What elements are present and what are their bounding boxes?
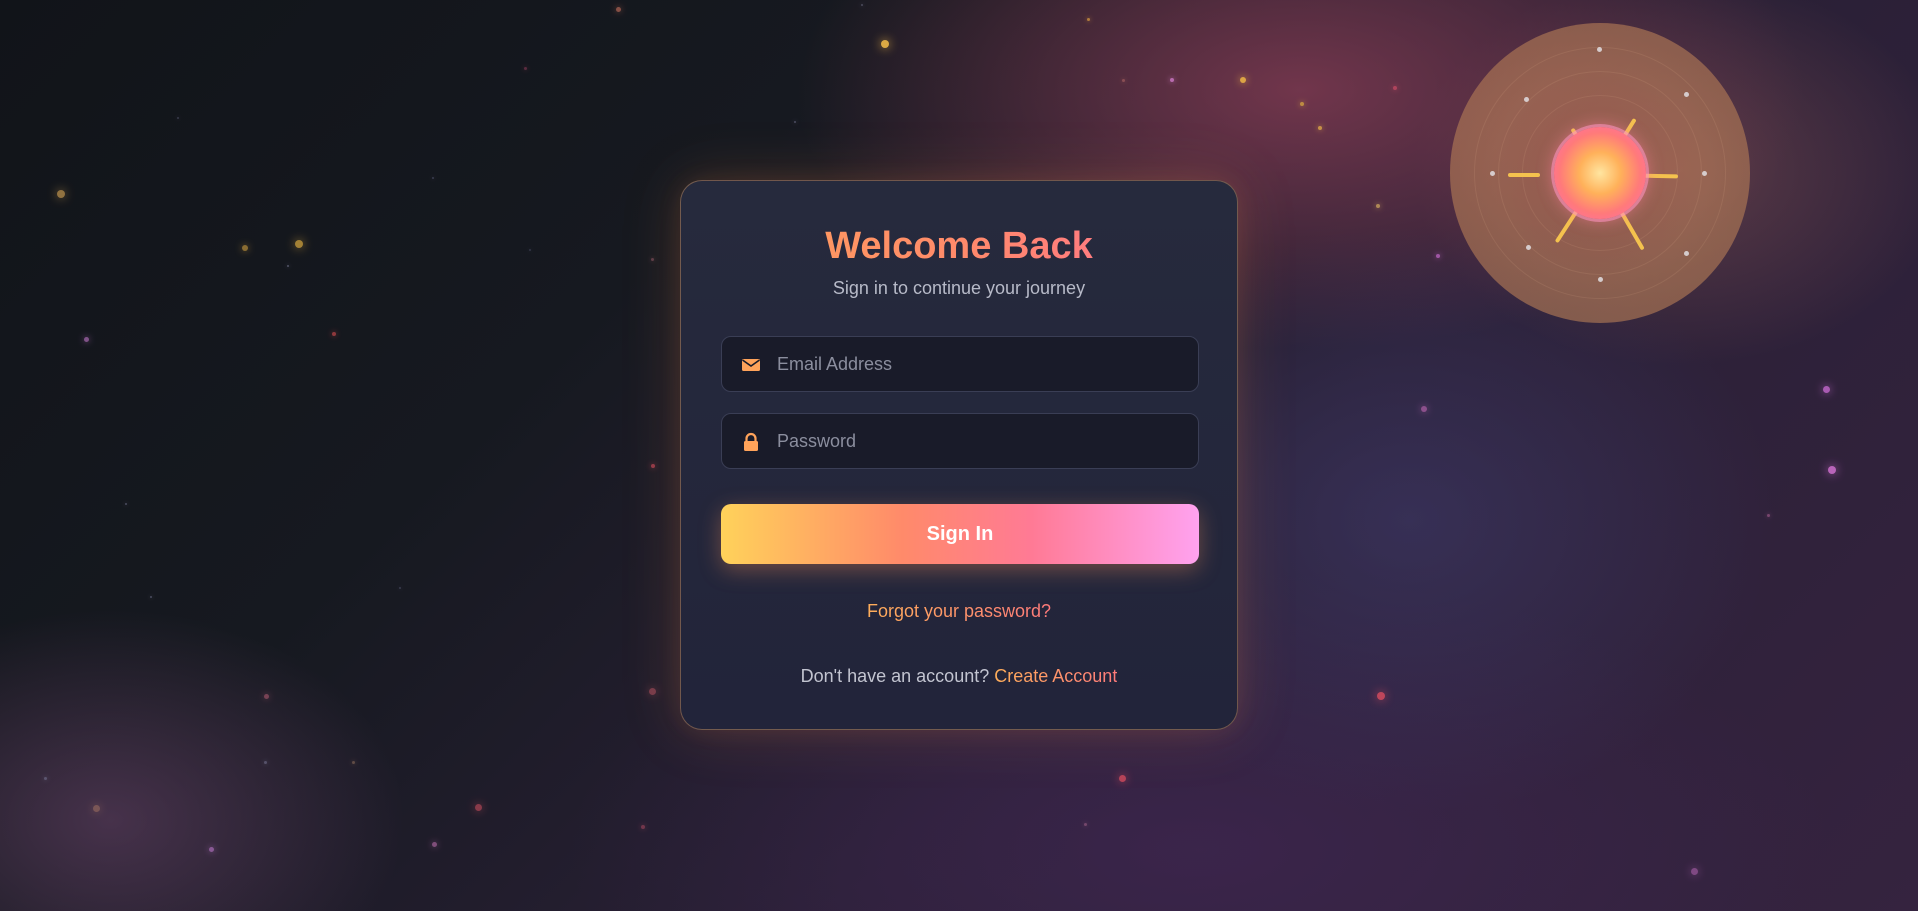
star-dot xyxy=(125,503,127,505)
sun-dot xyxy=(1684,92,1689,97)
star-dot xyxy=(295,240,303,248)
sun-core xyxy=(1554,127,1646,219)
star-dot xyxy=(1376,204,1380,208)
star-dot xyxy=(1118,774,1126,782)
sun-dot xyxy=(1598,277,1603,282)
star-dot xyxy=(1822,385,1830,393)
star-dot xyxy=(432,177,434,179)
page-subtitle: Sign in to continue your journey xyxy=(832,278,1086,298)
email-input[interactable] xyxy=(777,337,1177,391)
star-dot xyxy=(1766,513,1770,517)
forgot-password-link[interactable]: Forgot your password? xyxy=(867,601,1051,621)
create-account-link[interactable]: Create Account xyxy=(994,666,1117,686)
sun-dot xyxy=(1684,251,1689,256)
signup-row: Don't have an account? Create Account xyxy=(681,666,1237,687)
star-dot xyxy=(92,804,100,812)
star-dot xyxy=(208,846,214,852)
star-dot xyxy=(1377,692,1385,700)
star-dot xyxy=(474,803,482,811)
sun-dot xyxy=(1702,171,1707,176)
star-dot xyxy=(242,245,248,251)
password-field[interactable] xyxy=(721,413,1199,469)
star-dot xyxy=(1240,77,1246,83)
star-dot xyxy=(651,464,655,468)
star-dot xyxy=(177,117,179,119)
star-dot xyxy=(1083,822,1087,826)
star-dot xyxy=(263,693,269,699)
star-dot xyxy=(287,265,289,267)
star-dot xyxy=(351,760,355,764)
star-dot xyxy=(43,776,47,780)
star-dot xyxy=(641,825,645,829)
sun-ray xyxy=(1643,173,1679,179)
star-dot xyxy=(1170,78,1174,82)
sun-dot xyxy=(1524,97,1529,102)
sun-dot xyxy=(1526,245,1531,250)
star-dot xyxy=(615,6,621,12)
star-dot xyxy=(399,587,401,589)
sun-dot xyxy=(1490,171,1495,176)
star-dot xyxy=(881,40,889,48)
envelope-icon xyxy=(741,355,761,375)
sun-illustration xyxy=(1450,23,1750,323)
signup-prompt: Don't have an account? xyxy=(800,666,990,686)
star-dot xyxy=(1393,86,1397,90)
star-dot xyxy=(529,249,531,251)
email-field[interactable] xyxy=(721,336,1199,392)
sun-dot xyxy=(1597,47,1602,52)
star-dot xyxy=(332,332,336,336)
star-dot xyxy=(1121,78,1125,82)
star-dot xyxy=(1436,254,1440,258)
star-dot xyxy=(263,760,267,764)
forgot-password-row: Forgot your password? xyxy=(681,601,1237,622)
star-dot xyxy=(1086,17,1090,21)
star-dot xyxy=(523,66,527,70)
star-dot xyxy=(1421,406,1427,412)
star-dot xyxy=(83,336,89,342)
star-dot xyxy=(1828,466,1836,474)
star-dot xyxy=(150,596,152,598)
star-dot xyxy=(57,190,65,198)
star-dot xyxy=(1300,102,1304,106)
star-dot xyxy=(431,841,437,847)
star-dot xyxy=(861,4,863,6)
sun-ray xyxy=(1508,173,1540,177)
page-title: Welcome Back xyxy=(681,223,1237,269)
lock-icon xyxy=(741,432,761,452)
star-dot xyxy=(794,121,796,123)
password-input[interactable] xyxy=(777,414,1177,468)
star-dot xyxy=(648,687,656,695)
star-dot xyxy=(650,257,654,261)
star-dot xyxy=(1690,867,1698,875)
star-dot xyxy=(1318,126,1322,130)
login-card: Welcome Back Sign in to continue your jo… xyxy=(680,180,1238,730)
sign-in-button[interactable]: Sign In xyxy=(721,504,1199,564)
